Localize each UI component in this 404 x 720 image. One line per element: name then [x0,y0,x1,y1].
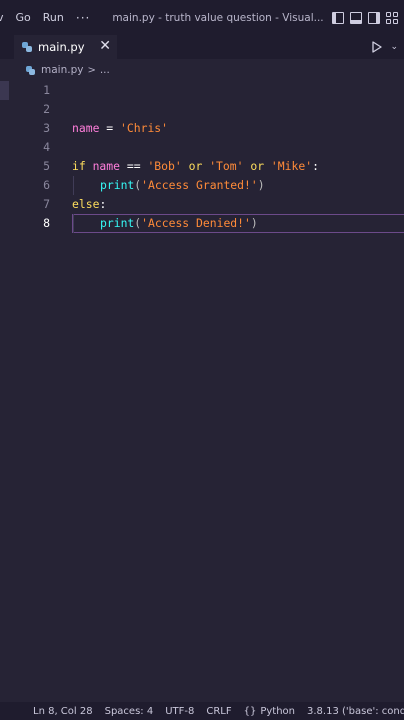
indentation-setting[interactable]: Spaces: 4 [105,706,154,717]
line-number: 7 [43,197,50,211]
code-text: print('Access Granted!') [100,178,265,192]
toggle-panel-icon[interactable] [350,11,362,24]
indent-guide [73,214,74,233]
code-line: 4 [0,138,404,157]
window-title: main.py - truth value question - Visual.… [112,11,324,24]
code-line: 2 [0,100,404,119]
code-editor[interactable]: 1 2 3 name = 'Chris' 4 5 if name == 'Bob… [0,81,404,702]
code-line: 6 print('Access Granted!') [0,176,404,195]
play-icon[interactable] [370,40,384,54]
layout-controls [332,11,404,24]
breadcrumb-file[interactable]: main.py [41,64,83,76]
code-line: 8 print('Access Denied!') [0,214,404,233]
encoding-setting[interactable]: UTF-8 [165,706,194,717]
code-line: 7 else: [0,195,404,214]
line-number: 8 [43,216,50,230]
status-bar: Ln 8, Col 28 Spaces: 4 UTF-8 CRLF {} Pyt… [0,702,404,720]
line-number: 3 [43,121,50,135]
braces-icon[interactable]: {} [244,706,257,717]
editor-tab-bar: main.py ✕ [0,35,404,59]
toggle-secondary-sidebar-icon[interactable] [368,11,380,24]
breadcrumb: main.py > ... [0,59,404,81]
breadcrumb-separator: > [87,64,96,76]
menu-run[interactable]: Run [37,11,70,24]
cursor-position[interactable]: Ln 8, Col 28 [33,706,93,717]
code-line: 5 if name == 'Bob' or 'Tom' or 'Mike': [0,157,404,176]
breadcrumb-symbols[interactable]: ... [100,64,110,76]
line-number: 4 [43,140,50,154]
python-interpreter[interactable]: 3.8.13 ('base': conda) [307,706,404,717]
tab-main-py[interactable]: main.py ✕ [14,35,117,59]
python-file-icon [26,65,35,75]
code-text: print('Access Denied!') [100,216,258,230]
chevron-down-icon[interactable]: ⌄ [390,42,398,52]
line-number: 5 [43,159,50,173]
code-text: if name == 'Bob' or 'Tom' or 'Mike': [72,159,319,173]
title-bar: v Go Run ··· main.py - truth value quest… [0,0,404,35]
code-line: 1 [0,81,404,100]
line-number: 6 [43,178,50,192]
code-text: name = 'Chris' [72,121,169,135]
more-menu-icon[interactable]: ··· [76,11,90,25]
menu-go[interactable]: Go [10,11,37,24]
line-number: 1 [43,83,50,97]
tab-label: main.py [38,40,85,54]
toggle-primary-sidebar-icon[interactable] [332,11,344,24]
eol-setting[interactable]: CRLF [206,706,231,717]
close-icon[interactable]: ✕ [99,38,111,54]
customize-layout-icon[interactable] [386,11,398,24]
indent-guide [73,176,74,195]
language-mode[interactable]: Python [260,706,295,717]
python-file-icon [22,42,32,52]
code-text: else: [72,197,107,211]
code-line: 3 name = 'Chris' [0,119,404,138]
menu-view[interactable]: v [0,11,10,24]
line-number: 2 [43,102,50,116]
